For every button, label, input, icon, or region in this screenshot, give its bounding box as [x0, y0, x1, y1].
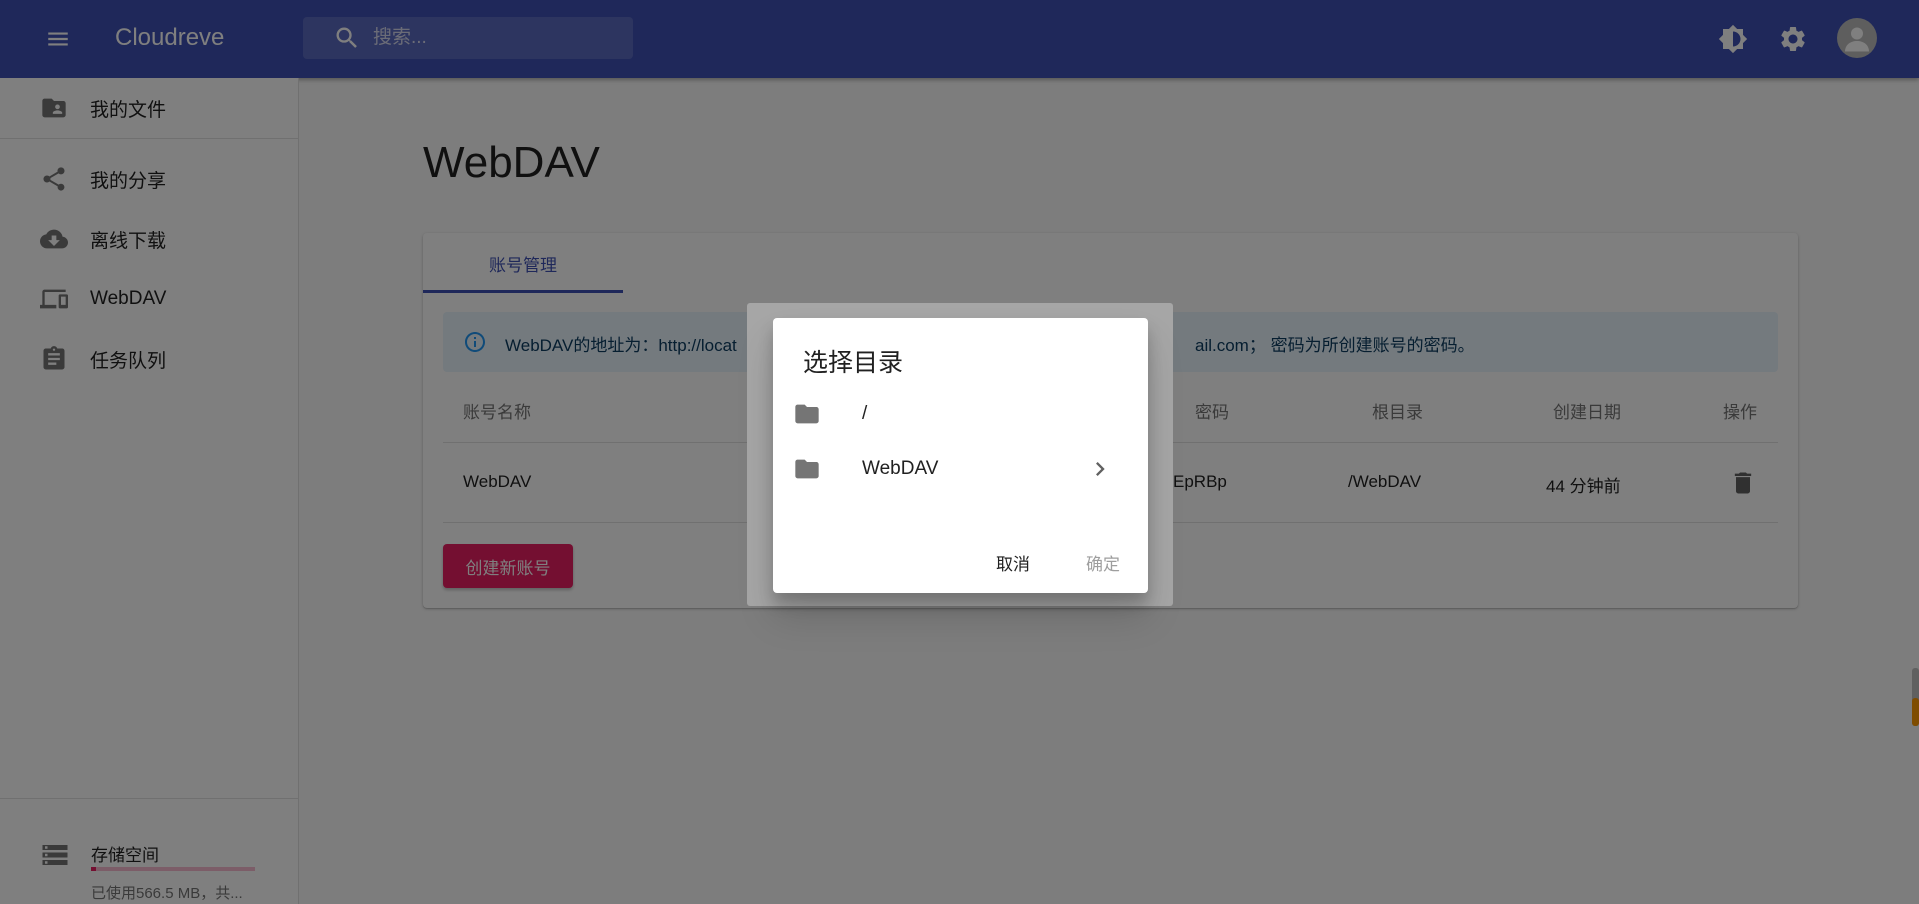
directory-item-root[interactable]: /	[773, 386, 1148, 441]
folder-icon	[793, 455, 821, 483]
chevron-right-icon[interactable]	[1086, 455, 1114, 483]
select-directory-dialog: 选择目录 / WebDAV 取消 确定	[773, 318, 1148, 593]
folder-icon	[793, 400, 821, 428]
directory-item-webdav[interactable]: WebDAV	[773, 441, 1148, 496]
directory-item-label: WebDAV	[862, 458, 939, 479]
cancel-button[interactable]: 取消	[978, 544, 1048, 580]
confirm-button[interactable]: 确定	[1068, 544, 1138, 580]
directory-item-label: /	[862, 403, 868, 424]
dialog-title: 选择目录	[803, 349, 904, 377]
